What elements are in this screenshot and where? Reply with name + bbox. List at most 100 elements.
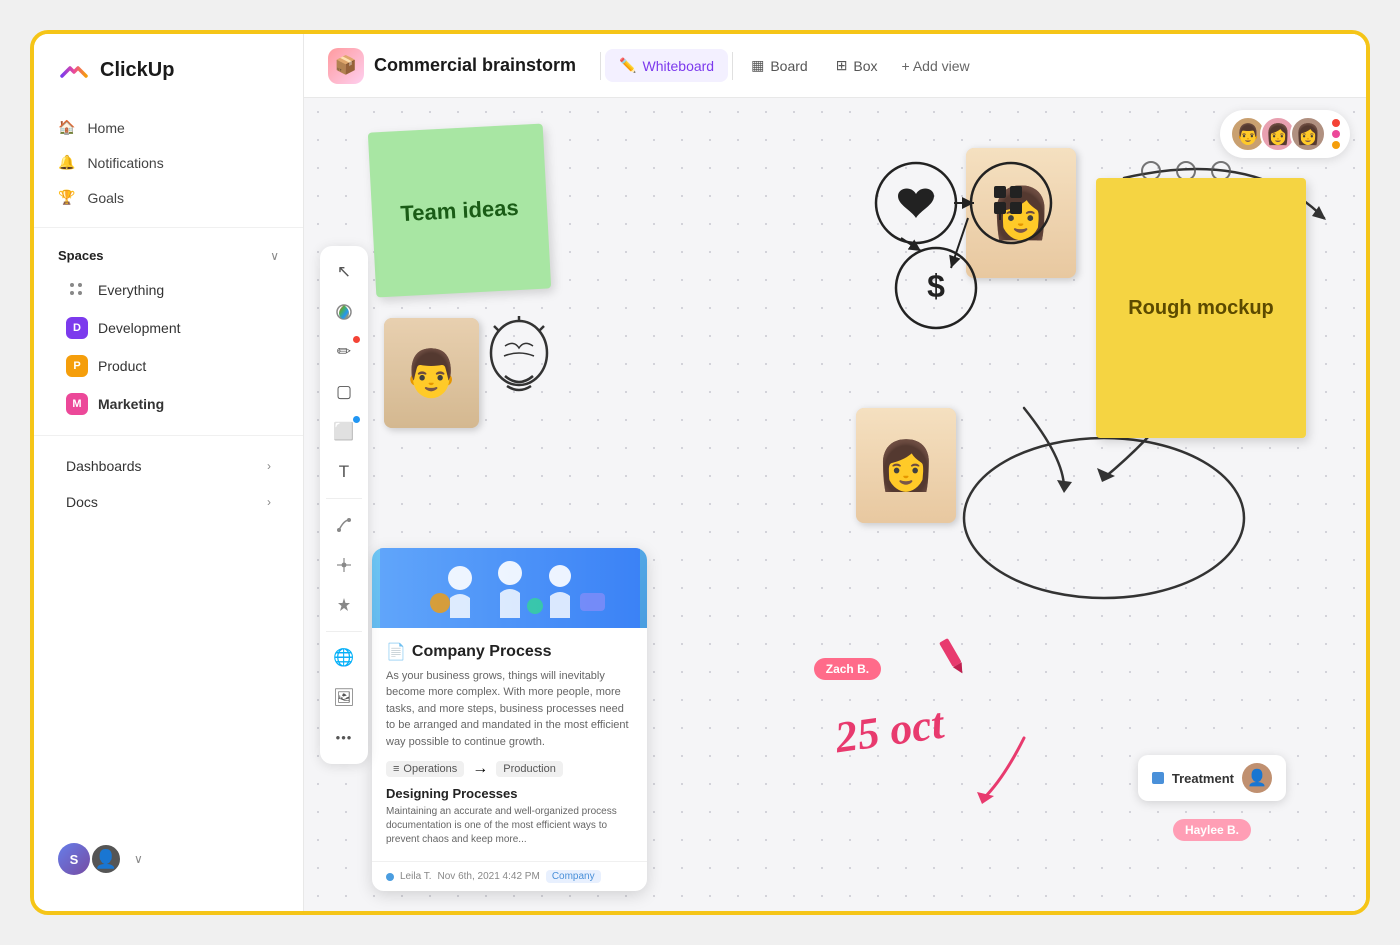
doc-icon: 📦	[328, 48, 364, 84]
doc-tag-operations: ≡ Operations	[386, 761, 464, 777]
box-tab-icon: ⊞	[836, 57, 848, 74]
everything-icon	[66, 279, 88, 301]
home-icon: 🏠	[58, 119, 75, 136]
bell-icon: 🔔	[58, 154, 75, 171]
toolbar-divider	[326, 498, 362, 499]
tool-ai[interactable]	[326, 587, 362, 623]
tool-globe[interactable]: 🌐	[326, 640, 362, 676]
collab-dot-2	[1332, 130, 1340, 138]
treatment-avatar: 👤	[1242, 763, 1272, 793]
spaces-label: Spaces	[58, 248, 104, 263]
arrow-icon: →	[472, 760, 488, 778]
product-label: Product	[98, 358, 146, 374]
docs-section[interactable]: Docs ›	[42, 484, 295, 520]
tab-box[interactable]: ⊞ Box	[822, 49, 892, 82]
doc-date: Nov 6th, 2021 4:42 PM	[438, 871, 540, 882]
tab-board[interactable]: ▦ Board	[737, 49, 822, 82]
tool-palette[interactable]	[326, 294, 362, 330]
collab-dot-1	[1332, 119, 1340, 127]
tool-image[interactable]: 🖼	[326, 680, 362, 716]
clickup-logo-icon	[58, 54, 90, 86]
trophy-icon: 🏆	[58, 189, 75, 206]
person-photo-3: 👨	[384, 318, 479, 428]
sidebar-item-product[interactable]: P Product	[42, 347, 295, 385]
sidebar: ClickUp 🏠 Home 🔔 Notifications 🏆 Goals S…	[34, 34, 304, 911]
development-dot: D	[66, 317, 88, 339]
doc-author: Leila T.	[400, 871, 432, 882]
app-frame: ClickUp 🏠 Home 🔔 Notifications 🏆 Goals S…	[30, 30, 1370, 915]
chevron-right-icon: ›	[267, 459, 271, 473]
divider-2	[34, 435, 303, 436]
sidebar-item-everything[interactable]: Everything	[42, 271, 295, 309]
everything-label: Everything	[98, 282, 164, 298]
sticky-dot	[353, 416, 360, 423]
doc-card[interactable]: 📄 Company Process As your business grows…	[372, 548, 647, 892]
pencil-dot	[353, 336, 360, 343]
sidebar-bottom: S 👤 ∨	[34, 827, 303, 891]
chevron-down-icon: ∨	[270, 249, 279, 263]
user-avatar-g[interactable]: 👤	[90, 843, 122, 875]
user-menu-chevron[interactable]: ∨	[134, 852, 143, 866]
sticky-note-rough-mockup[interactable]: Rough mockup	[1096, 178, 1306, 438]
tool-sticky[interactable]: ⬜	[326, 414, 362, 450]
sidebar-nav: 🏠 Home 🔔 Notifications 🏆 Goals	[34, 110, 303, 215]
board-tab-icon: ▦	[751, 57, 764, 74]
development-label: Development	[98, 320, 181, 336]
treatment-badge: Treatment 👤	[1138, 755, 1286, 801]
tool-pencil[interactable]: ✏	[326, 334, 362, 370]
tab-whiteboard[interactable]: ✏️ Whiteboard	[605, 49, 728, 82]
sidebar-item-home[interactable]: 🏠 Home	[46, 110, 291, 145]
product-dot: P	[66, 355, 88, 377]
dashboards-section[interactable]: Dashboards ›	[42, 448, 295, 484]
dashboards-label: Dashboards	[66, 458, 142, 474]
add-view-button[interactable]: + Add view	[892, 50, 980, 82]
person-photo-2: 👩	[856, 408, 956, 523]
toolbar-left: ↖ ✏ ▢ ⬜	[320, 246, 368, 764]
sticky-note-team-ideas[interactable]: Team ideas	[368, 124, 551, 298]
page-title: Commercial brainstorm	[374, 55, 576, 76]
marketing-label: Marketing	[98, 396, 164, 412]
topbar-divider-2	[732, 52, 733, 80]
sidebar-item-notifications[interactable]: 🔔 Notifications	[46, 145, 291, 180]
tool-text[interactable]: T	[326, 454, 362, 490]
tool-mindmap[interactable]	[326, 547, 362, 583]
tool-more[interactable]: •••	[326, 720, 362, 756]
author-dot	[386, 873, 394, 881]
spaces-section-header[interactable]: Spaces ∨	[34, 240, 303, 271]
tool-cursor[interactable]: ↖	[326, 254, 362, 290]
whiteboard-canvas[interactable]: ↖ ✏ ▢ ⬜	[304, 98, 1366, 911]
doc-icon: 📄	[386, 642, 406, 662]
topbar: 📦 Commercial brainstorm ✏️ Whiteboard ▦ …	[304, 34, 1366, 98]
sidebar-item-development[interactable]: D Development	[42, 309, 295, 347]
marketing-dot: M	[66, 393, 88, 415]
svg-text:$: $	[927, 268, 945, 304]
doc-card-description: As your business grows, things will inev…	[386, 668, 633, 751]
tool-connector[interactable]	[326, 507, 362, 543]
divider-1	[34, 227, 303, 228]
whiteboard-tab-icon: ✏️	[619, 57, 636, 74]
logo[interactable]: ClickUp	[34, 54, 303, 110]
name-label-haylee: Haylee B.	[1173, 819, 1251, 841]
doc-tag-production: Production	[496, 761, 563, 777]
doc-card-tags: ≡ Operations → Production	[386, 760, 633, 778]
doc-card-body: 📄 Company Process As your business grows…	[372, 628, 647, 862]
idea-circles: $	[856, 148, 1076, 353]
user-avatar-s[interactable]: S	[58, 843, 90, 875]
doc-card-header	[372, 548, 647, 628]
doc-label: Company	[546, 870, 601, 883]
doc-section-text: Maintaining an accurate and well-organiz…	[386, 805, 633, 847]
sidebar-item-goals[interactable]: 🏆 Goals	[46, 180, 291, 215]
app-name: ClickUp	[100, 59, 174, 82]
chevron-right-icon-2: ›	[267, 495, 271, 509]
toolbar-divider-2	[326, 631, 362, 632]
tool-square[interactable]: ▢	[326, 374, 362, 410]
doc-section-title: Designing Processes	[386, 786, 633, 801]
sidebar-item-marketing[interactable]: M Marketing	[42, 385, 295, 423]
date-annotation: 25 oct	[832, 698, 947, 764]
main-content: 📦 Commercial brainstorm ✏️ Whiteboard ▦ …	[304, 34, 1366, 911]
collaborator-3: 👩	[1290, 116, 1326, 152]
topbar-divider	[600, 52, 601, 80]
treatment-color-swatch	[1152, 772, 1164, 784]
collaborators-panel: 👨 👩 👩	[1220, 110, 1350, 158]
docs-label: Docs	[66, 494, 98, 510]
